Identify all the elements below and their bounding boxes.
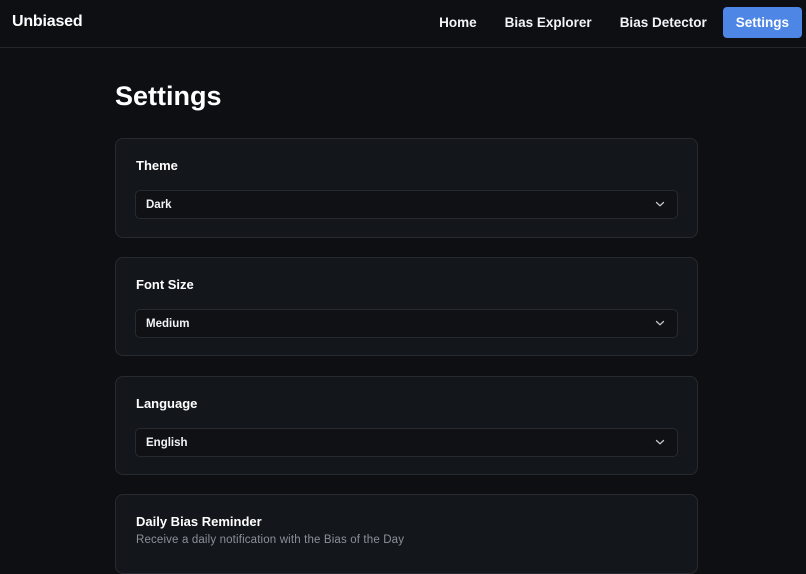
brand-logo[interactable]: Unbiased xyxy=(12,13,83,31)
theme-select-value: Dark xyxy=(146,199,172,211)
theme-select[interactable]: Dark xyxy=(135,190,678,219)
daily-reminder-label: Daily Bias Reminder xyxy=(136,514,262,529)
nav-link-bias-explorer[interactable]: Bias Explorer xyxy=(491,7,606,38)
nav-link-settings[interactable]: Settings xyxy=(722,7,802,38)
chevron-down-icon xyxy=(655,320,665,326)
language-label: Language xyxy=(136,396,198,411)
top-navbar: Unbiased Home Bias Explorer Bias Detecto… xyxy=(0,0,806,48)
language-setting-card: Language English xyxy=(115,376,698,475)
chevron-down-icon xyxy=(655,439,665,445)
font-size-label: Font Size xyxy=(136,277,194,292)
font-size-select[interactable]: Medium xyxy=(135,309,678,338)
nav-link-bias-detector[interactable]: Bias Detector xyxy=(606,7,721,38)
chevron-down-icon xyxy=(655,201,665,207)
page-title: Settings xyxy=(115,81,222,111)
language-select-value: English xyxy=(146,437,188,449)
daily-reminder-description: Receive a daily notification with the Bi… xyxy=(136,534,405,546)
nav-link-home[interactable]: Home xyxy=(425,7,491,38)
theme-setting-card: Theme Dark xyxy=(115,138,698,238)
nav-links: Home Bias Explorer Bias Detector Setting… xyxy=(425,7,802,38)
theme-label: Theme xyxy=(136,158,178,173)
daily-reminder-setting-card: Daily Bias Reminder Receive a daily noti… xyxy=(115,494,698,574)
font-size-setting-card: Font Size Medium xyxy=(115,257,698,356)
language-select[interactable]: English xyxy=(135,428,678,457)
font-size-select-value: Medium xyxy=(146,318,190,330)
